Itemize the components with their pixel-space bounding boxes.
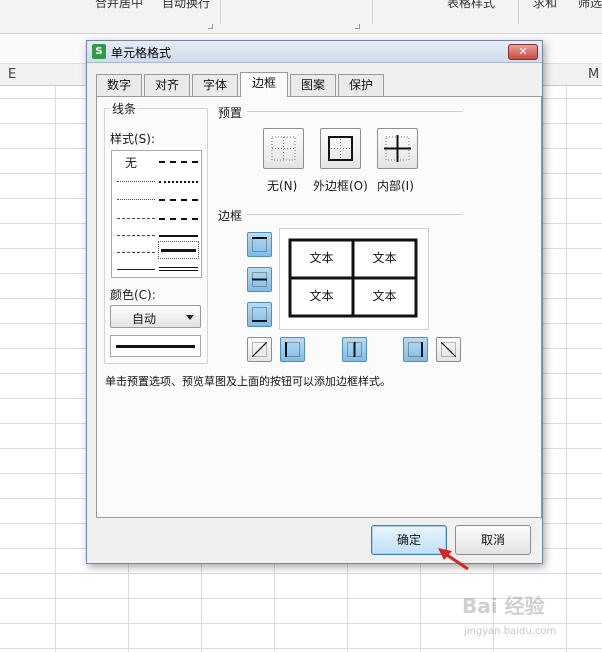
ribbon-sum[interactable]: 求和 xyxy=(533,0,557,11)
preset-none-button[interactable] xyxy=(263,128,304,169)
group-launcher-icon[interactable] xyxy=(208,24,213,29)
line-style-thick[interactable] xyxy=(161,249,196,252)
preset-outline-label: 外边框(O) xyxy=(313,179,368,193)
color-dropdown[interactable]: 自动 xyxy=(110,305,201,328)
line-style-medium[interactable] xyxy=(159,235,198,237)
style-label: 样式(S): xyxy=(110,130,156,147)
dialog-title: 单元格格式 xyxy=(111,46,172,60)
tab-alignment[interactable]: 对齐 xyxy=(144,74,190,96)
border-bottom-icon xyxy=(252,307,267,322)
border-tab-panel: 线条 样式(S): 无 颜色(C): 自动 预置 无(N) 外边框(O) 内部(… xyxy=(96,96,542,518)
border-inside-horizontal-button[interactable] xyxy=(247,267,272,292)
line-style-dashed-thick[interactable] xyxy=(159,218,198,220)
border-diagonal-down-button[interactable] xyxy=(247,337,272,362)
tab-font[interactable]: 字体 xyxy=(192,74,238,96)
line-style-dashed-medium[interactable] xyxy=(159,161,198,163)
border-divider xyxy=(247,214,463,215)
preset-inside-icon xyxy=(384,135,411,162)
border-bottom-button[interactable] xyxy=(247,302,272,327)
preset-none-icon xyxy=(271,136,296,161)
border-inside-horizontal-icon xyxy=(252,272,267,287)
border-top-button[interactable] xyxy=(247,232,272,257)
tab-number[interactable]: 数字 xyxy=(96,74,142,96)
preset-inside-button[interactable] xyxy=(377,128,418,169)
preset-outline-button[interactable] xyxy=(320,128,361,169)
color-label: 颜色(C): xyxy=(110,286,156,303)
hint-text: 单击预置选项、预览草图及上面的按钮可以添加边框样式。 xyxy=(105,375,391,388)
border-preview[interactable]: 文本 文本 文本 文本 xyxy=(279,228,429,330)
tab-border[interactable]: 边框 xyxy=(240,72,288,97)
line-style-hair[interactable] xyxy=(117,181,155,182)
line-style-dashdot-medium[interactable] xyxy=(159,199,198,201)
line-style-dotted[interactable] xyxy=(117,199,155,200)
border-inside-vertical-icon xyxy=(347,342,362,357)
preset-divider xyxy=(247,111,463,112)
group-launcher-icon[interactable] xyxy=(355,24,360,29)
preview-cell-text: 文本 xyxy=(372,251,397,265)
border-right-button[interactable] xyxy=(403,337,428,362)
line-style-dashed[interactable] xyxy=(117,252,155,253)
dialog-titlebar[interactable]: S 单元格格式 ✕ xyxy=(87,41,542,63)
tab-pattern[interactable]: 图案 xyxy=(290,74,336,96)
line-style-none[interactable]: 无 xyxy=(125,154,137,171)
preset-inside-label: 内部(I) xyxy=(377,179,414,193)
border-right-icon xyxy=(408,342,423,357)
annotation-arrow-icon xyxy=(438,548,469,571)
line-style-dashdotdot-medium[interactable] xyxy=(159,181,198,183)
line-style-dashdot[interactable] xyxy=(117,235,155,236)
preview-cell-text: 文本 xyxy=(309,251,334,265)
baidu-watermark: Bai 经验 xyxy=(462,594,545,618)
border-left-button[interactable] xyxy=(280,337,305,362)
ribbon-divider xyxy=(518,0,519,24)
preview-cell-text: 文本 xyxy=(372,289,397,303)
line-style-thin[interactable] xyxy=(117,269,155,270)
chevron-down-icon xyxy=(186,315,194,320)
baidu-watermark-url: jingyan.baidu.com xyxy=(464,626,557,637)
border-label: 边框 xyxy=(218,207,243,224)
column-header-e[interactable]: E xyxy=(8,67,16,82)
ribbon-divider xyxy=(220,0,221,24)
color-dropdown-value: 自动 xyxy=(132,312,157,326)
line-style-double[interactable] xyxy=(159,267,198,271)
ribbon-merge-center[interactable]: 合并居中 xyxy=(95,0,143,11)
line-group-label: 线条 xyxy=(110,100,139,117)
close-button[interactable]: ✕ xyxy=(508,44,538,60)
ribbon-table-style[interactable]: 表格样式 xyxy=(447,0,495,11)
border-left-icon xyxy=(285,342,300,357)
ribbon-filter[interactable]: 筛选 xyxy=(578,0,602,11)
preset-none-label: 无(N) xyxy=(267,179,298,193)
preset-label: 预置 xyxy=(218,104,243,121)
format-cells-dialog: S 单元格格式 ✕ 数字 对齐 字体 边框 图案 保护 线条 样式(S): 无 xyxy=(86,40,543,564)
column-header-m[interactable]: M xyxy=(588,67,599,82)
ribbon-wrap-text[interactable]: 自动换行 xyxy=(162,0,210,11)
line-group: 线条 样式(S): 无 颜色(C): 自动 xyxy=(104,100,208,364)
preview-cell-text: 文本 xyxy=(309,289,334,303)
border-inside-vertical-button[interactable] xyxy=(342,337,367,362)
preset-outline-icon xyxy=(328,136,353,161)
diagonal-down-icon xyxy=(252,342,267,357)
line-style-dashdotdot[interactable] xyxy=(117,218,155,219)
diagonal-up-icon xyxy=(441,342,456,357)
border-diagonal-up-button[interactable] xyxy=(436,337,461,362)
border-top-icon xyxy=(252,237,267,252)
ribbon-divider xyxy=(372,0,373,24)
ribbon: 合并居中 自动换行 表格样式 求和 筛选 xyxy=(0,0,602,34)
line-preview-stroke xyxy=(116,345,195,348)
app-icon: S xyxy=(92,44,106,59)
tab-protection[interactable]: 保护 xyxy=(338,74,384,96)
selected-line-preview xyxy=(110,335,201,357)
line-style-list[interactable]: 无 xyxy=(111,150,202,278)
